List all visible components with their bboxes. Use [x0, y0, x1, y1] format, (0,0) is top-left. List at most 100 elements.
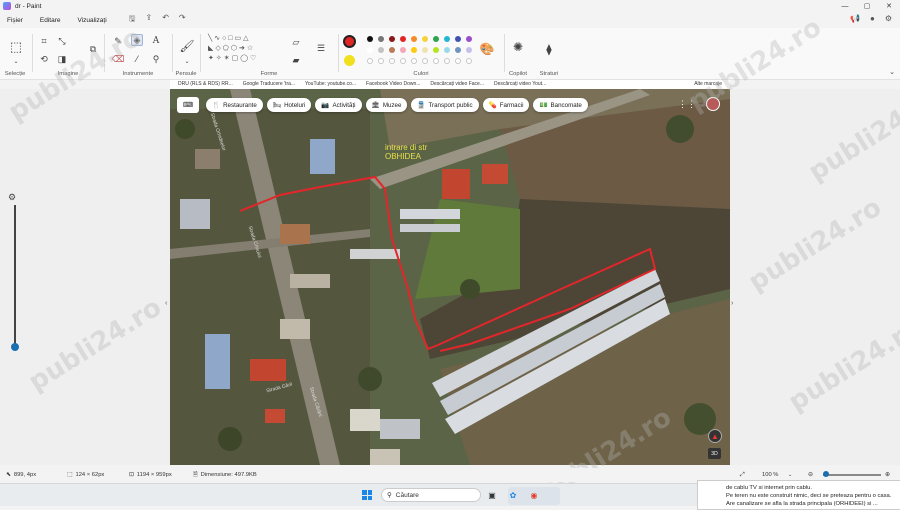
color-swatch[interactable]	[433, 47, 439, 53]
group-label-copilot: Copilot	[508, 71, 528, 77]
color-primary[interactable]	[343, 35, 356, 48]
chevron-down-icon[interactable]: ⌄	[788, 472, 792, 478]
map-chip-bancomate[interactable]: 💵 Bancomate	[533, 98, 588, 112]
custom-color-slot[interactable]	[466, 58, 472, 64]
shapes-gallery[interactable]: ╲∿○□▭△ ◣◇⬠⬡➔☆ ✦✧✶▢◯♡	[208, 34, 286, 68]
paint-taskbar-icon[interactable]: ✿	[507, 489, 519, 501]
close-button[interactable]: ✕	[878, 0, 900, 12]
size-slider-track[interactable]	[14, 205, 16, 348]
chevron-down-icon[interactable]: ⌄	[10, 55, 22, 67]
paint-app-icon	[3, 2, 11, 10]
shape-fill-icon[interactable]: ▰	[290, 54, 302, 66]
color-swatch[interactable]	[411, 36, 417, 42]
redo-icon[interactable]: ↷	[179, 13, 186, 27]
color-swatch[interactable]	[389, 36, 395, 42]
map-chip-label: Farmacii	[499, 101, 524, 109]
map-chip-hoteluri[interactable]: 🛏 Hoteluri	[266, 98, 312, 112]
custom-color-slot[interactable]	[433, 58, 439, 64]
copilot-icon[interactable]: ✺	[511, 40, 525, 54]
color-swatch[interactable]	[389, 47, 395, 53]
size-slider-thumb[interactable]	[11, 343, 19, 351]
color-swatch[interactable]	[411, 47, 417, 53]
color-swatch[interactable]	[378, 36, 384, 42]
map-chip-restaurante[interactable]: 🍴 Restaurante	[206, 98, 263, 112]
size-icon[interactable]: ☰	[314, 42, 328, 54]
taskbar-search[interactable]: ⚲ Căutare	[381, 488, 481, 502]
rotate-icon[interactable]: ⟲	[38, 53, 50, 65]
view-3d-button[interactable]: 3D	[708, 448, 721, 459]
color-swatch[interactable]	[367, 36, 373, 42]
custom-color-slot[interactable]	[455, 58, 461, 64]
magnifier-icon[interactable]: ⚲	[150, 53, 162, 65]
edit-colors-icon[interactable]: 🎨	[480, 42, 495, 56]
bookmark-item: DRU (RLS & RDS) RR...	[178, 81, 233, 87]
keyboard-button[interactable]: ⌨	[177, 97, 199, 113]
zoom-out-icon[interactable]: ⊖	[808, 472, 813, 478]
chrome-taskbar-icon[interactable]: ◉	[528, 489, 540, 501]
color-swatch[interactable]	[455, 47, 461, 53]
settings-icon[interactable]: ⚙	[885, 14, 892, 23]
zoom-in-icon[interactable]: ⊕	[885, 472, 890, 478]
compass-icon[interactable]: ▲	[708, 429, 722, 443]
resize-right-handle-icon[interactable]: ›	[731, 300, 733, 307]
color-swatch[interactable]	[444, 47, 450, 53]
custom-color-slot[interactable]	[422, 58, 428, 64]
text-icon[interactable]: A	[150, 35, 162, 47]
zoom-slider-track[interactable]	[823, 474, 881, 476]
zoom-value[interactable]: 100 %	[762, 472, 778, 478]
color-swatch[interactable]	[466, 47, 472, 53]
custom-color-slot[interactable]	[444, 58, 450, 64]
color-swatch[interactable]	[422, 36, 428, 42]
color-swatch[interactable]	[367, 47, 373, 53]
task-view-icon[interactable]: ▣	[486, 489, 498, 501]
fit-to-window-icon[interactable]: ⤢	[740, 472, 745, 479]
menu-view[interactable]: Vizualizați	[78, 17, 107, 24]
custom-color-slot[interactable]	[389, 58, 395, 64]
share-icon[interactable]: ⇪	[145, 13, 152, 27]
custom-color-slot[interactable]	[411, 58, 417, 64]
color-swatch[interactable]	[400, 36, 406, 42]
selection-rectangle-icon[interactable]: ⬚	[9, 39, 23, 54]
bookmark-item: Descărcați video Face...	[430, 81, 485, 87]
shape-outline-icon[interactable]: ▱	[290, 36, 302, 48]
custom-color-slot[interactable]	[400, 58, 406, 64]
color-swatch[interactable]	[378, 47, 384, 53]
map-screenshot[interactable]: ⌨ 🍴 Restaurante 🛏 Hoteluri 📷 Activități 🏛 Muzee…	[170, 89, 730, 465]
chevron-down-icon[interactable]: ⌄	[181, 55, 193, 67]
resize-left-handle-icon[interactable]: ‹	[165, 300, 167, 307]
title-bar: dr - Paint — ▢ ✕	[0, 0, 900, 12]
start-button[interactable]	[362, 490, 372, 500]
color-secondary[interactable]	[344, 55, 355, 66]
custom-color-slot[interactable]	[367, 58, 373, 64]
annotation-line: intrare di str	[385, 143, 428, 152]
color-swatch[interactable]	[433, 36, 439, 42]
brush-icon[interactable]: 🖌	[179, 38, 194, 54]
atm-icon: 💵	[539, 102, 548, 109]
map-chip-farmacii[interactable]: 💊 Farmacii	[482, 98, 530, 112]
zoom-slider-thumb[interactable]	[823, 471, 830, 477]
divider	[32, 34, 33, 72]
satellite-image	[170, 89, 730, 465]
map-chip-muzee[interactable]: 🏛 Muzee	[365, 98, 408, 112]
map-chip-transport-public[interactable]: 🚆 Transport public	[411, 98, 479, 112]
maximize-button[interactable]: ▢	[856, 0, 878, 12]
ribbon-expand-icon[interactable]: ⌄	[886, 66, 898, 78]
undo-icon[interactable]: ↶	[162, 13, 169, 27]
crop-icon[interactable]: ⌗	[38, 35, 50, 47]
color-swatch[interactable]	[455, 36, 461, 42]
menu-edit[interactable]: Editare	[40, 17, 61, 24]
color-swatch[interactable]	[400, 47, 406, 53]
group-layers: ⧫ Straturi	[532, 28, 566, 80]
map-chip-activități[interactable]: 📷 Activități	[315, 98, 362, 112]
color-swatch[interactable]	[444, 36, 450, 42]
megaphone-icon[interactable]: 📢	[850, 14, 860, 23]
custom-color-slot[interactable]	[378, 58, 384, 64]
minimize-button[interactable]: —	[834, 0, 856, 12]
group-label-brushes: Pensule	[175, 71, 197, 77]
color-swatch[interactable]	[422, 47, 428, 53]
color-swatch[interactable]	[466, 36, 472, 42]
menu-file[interactable]: Fișier	[7, 17, 23, 24]
layers-icon[interactable]: ⧫	[542, 42, 556, 56]
resize-icon[interactable]: ⤡	[56, 35, 68, 47]
avatar-icon[interactable]: ●	[870, 14, 875, 23]
